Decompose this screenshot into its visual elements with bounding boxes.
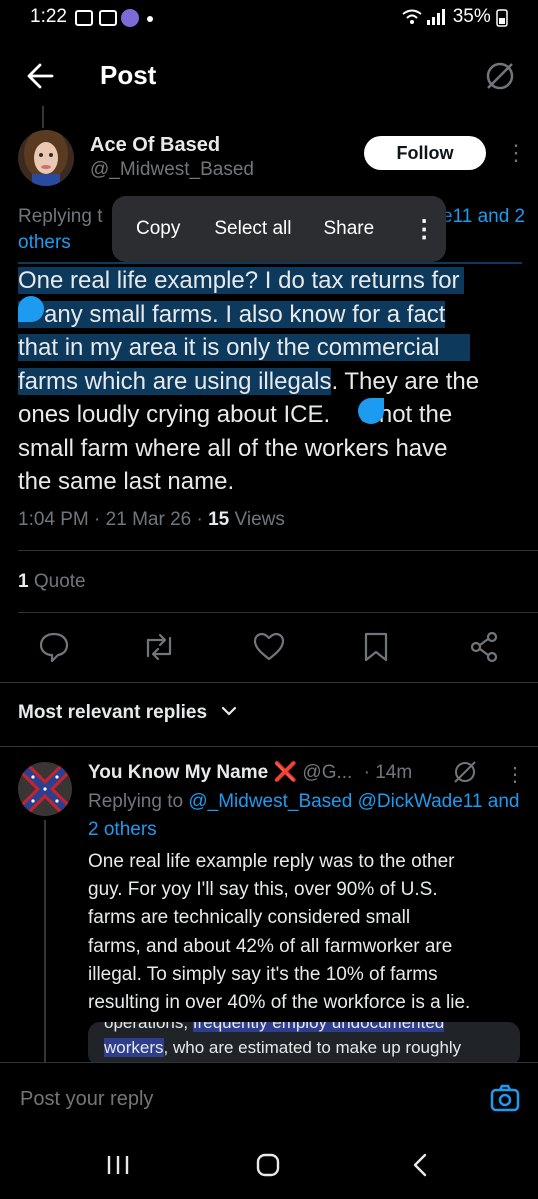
battery-percent: 35% bbox=[452, 6, 491, 27]
embed-text-highlight: frequently employ undocumented bbox=[192, 1022, 445, 1032]
views-label: Views bbox=[234, 509, 285, 530]
reply-thread-line bbox=[44, 820, 46, 1062]
reply-line: farms, and about 42% of all farmworker a… bbox=[88, 935, 453, 957]
replies-sort-dropdown[interactable]: Most relevant replies bbox=[18, 702, 238, 724]
divider bbox=[0, 682, 538, 683]
quote-count[interactable]: 1 Quote bbox=[18, 571, 86, 593]
like-icon[interactable] bbox=[252, 630, 286, 664]
share-icon[interactable] bbox=[468, 630, 500, 664]
reply-mention[interactable]: @DickWade11 bbox=[358, 791, 483, 812]
reply-grok-icon[interactable] bbox=[452, 758, 478, 786]
repost-icon[interactable] bbox=[142, 630, 176, 664]
embed-text-highlight: workers bbox=[104, 1038, 164, 1057]
copy-menu-item[interactable]: Copy bbox=[136, 218, 180, 240]
post-line: any small farms. I also know for a fact bbox=[18, 300, 446, 328]
reply-line: illegal. To simply say it's the 10% of f… bbox=[88, 963, 438, 985]
post-line: ones loudly crying about ICE. bbox=[18, 401, 331, 428]
notification-icons bbox=[75, 9, 153, 27]
camera-icon[interactable] bbox=[490, 1083, 520, 1113]
top-bar: Post bbox=[0, 50, 538, 104]
nav-back-icon[interactable] bbox=[410, 1152, 430, 1178]
status-right: 35% bbox=[401, 6, 508, 28]
page-title: Post bbox=[100, 60, 157, 90]
quote-number: 1 bbox=[18, 571, 29, 592]
selection-end-handle[interactable] bbox=[358, 398, 384, 424]
divider bbox=[0, 746, 538, 747]
embed-text: , who are estimated to make up roughly bbox=[163, 1038, 462, 1057]
embed-text: operations, bbox=[104, 1022, 189, 1032]
quote-label: Quote bbox=[33, 571, 86, 592]
reply-avatar[interactable] bbox=[18, 762, 72, 816]
embed-line: operations, frequently employ undocument… bbox=[104, 1022, 445, 1033]
home-icon[interactable] bbox=[255, 1152, 281, 1178]
avatar-image bbox=[18, 130, 74, 186]
embed-line: workers, who are estimated to make up ro… bbox=[104, 1038, 461, 1058]
author-name[interactable]: Ace Of Based bbox=[90, 134, 220, 157]
reply-age: 14m bbox=[375, 762, 413, 783]
post-time: 1:04 PM bbox=[18, 509, 89, 530]
reply-avatar-image bbox=[18, 762, 72, 816]
status-bar: 1:22 35% bbox=[0, 0, 538, 36]
reply-more-icon[interactable]: ⋮ bbox=[505, 762, 525, 787]
wifi-signal-icon bbox=[402, 8, 446, 25]
author-handle[interactable]: @_Midwest_Based bbox=[90, 159, 254, 181]
divider bbox=[18, 612, 538, 613]
grok-icon[interactable] bbox=[484, 58, 516, 94]
reply-mention[interactable]: @_Midwest_Based bbox=[188, 791, 352, 812]
chevron-down-icon bbox=[222, 706, 237, 716]
share-menu-item[interactable]: Share bbox=[323, 218, 374, 240]
views-count: 15 bbox=[208, 509, 230, 530]
selection-top-edge bbox=[18, 262, 522, 264]
post-meta: 1:04 PM · 21 Mar 26 · 15 Views bbox=[18, 509, 285, 530]
post-date: 21 Mar 26 bbox=[105, 509, 192, 530]
reply-embedded-screenshot[interactable]: operations, frequently employ undocument… bbox=[88, 1022, 520, 1066]
status-icons-left bbox=[74, 8, 154, 36]
post-text: One real life example? I do tax returns … bbox=[18, 264, 528, 499]
reply-input[interactable] bbox=[18, 1083, 462, 1115]
reply-name-emoji: ❌ bbox=[273, 762, 298, 783]
reply-line: farms are technically considered small bbox=[88, 907, 411, 929]
post-line: the same last name. bbox=[18, 468, 235, 495]
back-arrow-icon[interactable] bbox=[26, 58, 54, 94]
select-all-menu-item[interactable]: Select all bbox=[214, 218, 291, 240]
reply-text: One real life example reply was to the o… bbox=[88, 848, 518, 1017]
bookmark-icon[interactable] bbox=[362, 630, 390, 664]
post-line: small farm where all of the workers have bbox=[18, 434, 448, 462]
text-selection-menu: Copy Select all Share ⋮ bbox=[112, 196, 446, 262]
avatar[interactable] bbox=[18, 130, 74, 186]
thread-line-top bbox=[42, 106, 44, 128]
replying-others[interactable]: others bbox=[18, 228, 71, 258]
recent-apps-icon[interactable] bbox=[106, 1154, 130, 1176]
reply-author-name[interactable]: You Know My Name bbox=[88, 762, 268, 783]
reply-replying-to: Replying to @_Midwest_Based @DickWade11 … bbox=[88, 788, 528, 844]
reply-replying-prefix: Replying to bbox=[88, 791, 184, 812]
status-time: 1:22 bbox=[30, 6, 67, 27]
reply-line: resulting in over 40% of the workforce i… bbox=[88, 992, 471, 1014]
reply-author-handle[interactable]: @G... bbox=[302, 762, 352, 783]
reply-header: You Know My Name ❌ @G... · 14m bbox=[88, 762, 413, 783]
post-line: farms which are using illegals bbox=[18, 367, 332, 395]
divider bbox=[18, 550, 538, 551]
battery-icon bbox=[496, 9, 508, 27]
reply-icon[interactable] bbox=[38, 630, 70, 664]
post-line: . They are the bbox=[331, 367, 480, 395]
post-more-icon[interactable]: ⋮ bbox=[505, 140, 527, 166]
post-line: One real life example? I do tax returns … bbox=[18, 267, 464, 294]
menu-more-icon[interactable]: ⋮ bbox=[412, 215, 436, 244]
system-nav-bar bbox=[0, 1134, 538, 1199]
replying-mentions[interactable]: e11 and 2 bbox=[442, 202, 525, 232]
post-line: that in my area it is only the commercia… bbox=[18, 334, 470, 361]
reply-line: One real life example reply was to the o… bbox=[88, 851, 455, 872]
selection-start-handle[interactable] bbox=[18, 296, 44, 322]
replying-prefix: Replying t bbox=[18, 206, 103, 227]
reply-line: guy. For yoy I'll say this, over 90% of … bbox=[88, 879, 438, 901]
replies-sort-label: Most relevant replies bbox=[18, 702, 208, 723]
post-actions bbox=[0, 630, 538, 666]
reply-composer bbox=[0, 1062, 538, 1135]
follow-button[interactable]: Follow bbox=[364, 136, 486, 170]
